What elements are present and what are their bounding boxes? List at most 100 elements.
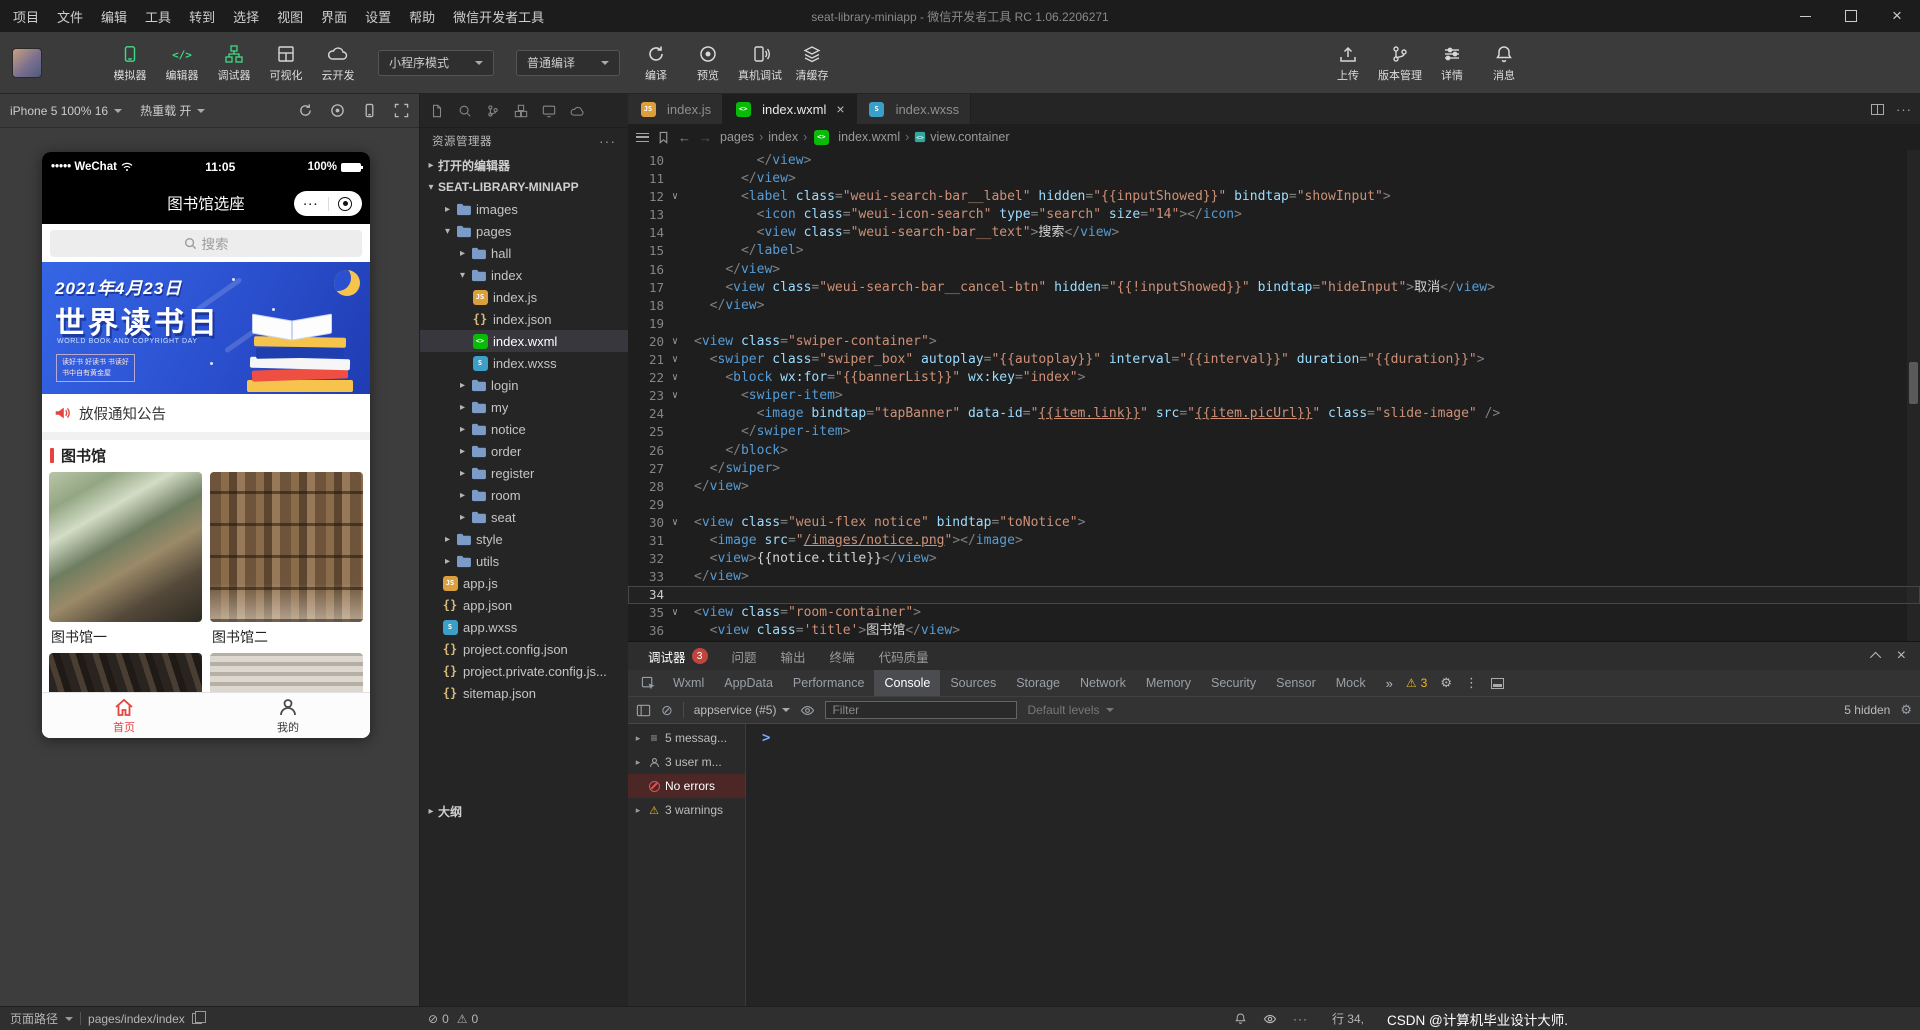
- maximize-button[interactable]: [1828, 0, 1874, 32]
- toolbar-right-action-2[interactable]: 详情: [1426, 43, 1478, 83]
- console-filter-user-messages[interactable]: ▸ 3 user m...: [628, 750, 745, 774]
- fold-icon[interactable]: ∨: [664, 351, 686, 369]
- toolbar-action-2[interactable]: 真机调试: [734, 43, 786, 83]
- console-sidebar-toggle-icon[interactable]: [636, 703, 651, 718]
- folder-images[interactable]: ▸ images: [420, 198, 628, 220]
- breadcrumb-item-0[interactable]: pages: [720, 130, 754, 144]
- search-input[interactable]: 搜索: [50, 229, 362, 257]
- folder-notice[interactable]: ▸ notice: [420, 418, 628, 440]
- code-line-12[interactable]: 12 ∨ <label class="weui-search-bar__label…: [628, 188, 1920, 206]
- preview-view-icon[interactable]: [542, 104, 556, 118]
- back-icon[interactable]: ←: [678, 130, 691, 145]
- editor-tab-index-wxml[interactable]: <> index.wxml ×: [723, 94, 857, 124]
- phone-tab-1[interactable]: 我的: [206, 693, 370, 738]
- toolbar-action-0[interactable]: 编译: [630, 43, 682, 83]
- close-button[interactable]: [1874, 0, 1920, 32]
- code-editor[interactable]: 10 </view> 11 </view> 12 ∨ <label class="we…: [628, 150, 1920, 641]
- page-path-selector[interactable]: 页面路径: [10, 1010, 58, 1027]
- minimize-button[interactable]: [1782, 0, 1828, 32]
- file-app-wxss[interactable]: Sapp.wxss: [420, 616, 628, 638]
- menubar-item-8[interactable]: 设置: [356, 0, 400, 32]
- open-editors-section[interactable]: ▸ 打开的编辑器: [420, 154, 628, 176]
- devtools-tab-memory[interactable]: Memory: [1136, 670, 1201, 696]
- debugger-tab-0[interactable]: 调试器 3: [638, 642, 718, 670]
- file-index-json[interactable]: {} index.json: [420, 308, 628, 330]
- scrollbar-thumb[interactable]: [1909, 362, 1918, 404]
- refresh-icon[interactable]: [298, 103, 313, 118]
- code-line-25[interactable]: 25 </swiper-item>: [628, 423, 1920, 441]
- cloud-view-icon[interactable]: [570, 104, 585, 118]
- file-app-js[interactable]: JS app.js: [420, 572, 628, 594]
- more-tabs-icon[interactable]: »: [1386, 676, 1393, 691]
- dock-side-icon[interactable]: [1490, 677, 1504, 689]
- toolbar-toggle-3[interactable]: 可视化: [260, 43, 312, 83]
- code-line-21[interactable]: 21 ∨ <swiper class="swiper_box" autoplay=…: [628, 351, 1920, 369]
- devtools-tab-network[interactable]: Network: [1070, 670, 1136, 696]
- folder-order[interactable]: ▸ order: [420, 440, 628, 462]
- console-filter-input[interactable]: [825, 701, 1018, 719]
- menubar-item-2[interactable]: 编辑: [92, 0, 136, 32]
- code-line-35[interactable]: 35 ∨ <view class="room-container">: [628, 604, 1920, 622]
- code-line-10[interactable]: 10 </view>: [628, 152, 1920, 170]
- folder-style[interactable]: ▸ style: [420, 528, 628, 550]
- compile-mode-select[interactable]: 普通编译: [516, 49, 621, 76]
- console-output[interactable]: >: [746, 724, 1920, 1006]
- files-view-icon[interactable]: [430, 104, 444, 118]
- eye-icon[interactable]: [1263, 1013, 1277, 1025]
- devtools-tab-wxml[interactable]: Wxml: [663, 670, 714, 696]
- folder-login[interactable]: ▸ login: [420, 374, 628, 396]
- debugger-tab-2[interactable]: 输出: [771, 642, 816, 670]
- close-tab-icon[interactable]: ×: [836, 101, 844, 117]
- code-line-11[interactable]: 11 </view>: [628, 170, 1920, 188]
- toolbar-action-1[interactable]: 预览: [682, 43, 734, 83]
- code-line-30[interactable]: 30 ∨ <view class="weui-flex notice" bindta…: [628, 514, 1920, 532]
- problems-indicator[interactable]: ⊘ 0 ⚠ 0: [428, 1012, 478, 1026]
- bell-icon[interactable]: [1234, 1012, 1247, 1025]
- folder-utils[interactable]: ▸ utils: [420, 550, 628, 572]
- editor-tab-index-wxss[interactable]: Sindex.wxss: [856, 94, 972, 124]
- console-filter-messages[interactable]: ▸ ≡ 5 messag...: [628, 726, 745, 750]
- code-line-17[interactable]: 17 <view class="weui-search-bar__cancel-…: [628, 279, 1920, 297]
- devtools-tab-storage[interactable]: Storage: [1006, 670, 1070, 696]
- code-line-16[interactable]: 16 </view>: [628, 261, 1920, 279]
- console-filter-errors[interactable]: No errors: [628, 774, 745, 798]
- code-line-15[interactable]: 15 </label>: [628, 242, 1920, 260]
- menubar-item-4[interactable]: 转到: [180, 0, 224, 32]
- live-expression-eye-icon[interactable]: [800, 704, 815, 717]
- devtools-tab-performance[interactable]: Performance: [783, 670, 875, 696]
- library-photo-partial[interactable]: [210, 653, 363, 692]
- code-line-27[interactable]: 27 </swiper>: [628, 460, 1920, 478]
- outline-section[interactable]: ▸ 大纲: [420, 800, 628, 822]
- toolbar-toggle-1[interactable]: </> 编辑器: [156, 43, 208, 83]
- copy-path-icon[interactable]: [191, 1011, 206, 1024]
- profile-icon[interactable]: [330, 103, 345, 118]
- inspect-element-icon[interactable]: [634, 676, 663, 691]
- hot-reload-toggle[interactable]: 热重载 开: [140, 102, 206, 119]
- debugger-tab-4[interactable]: 代码质量: [869, 642, 939, 670]
- folder-register[interactable]: ▸ register: [420, 462, 628, 484]
- capsule-more-button[interactable]: ...: [294, 191, 328, 216]
- editor-more-icon[interactable]: ···: [1896, 102, 1912, 117]
- fold-icon[interactable]: ∨: [664, 188, 686, 206]
- fold-icon[interactable]: ∨: [664, 387, 686, 405]
- menubar-item-10[interactable]: 微信开发者工具: [444, 0, 553, 32]
- menubar-item-3[interactable]: 工具: [136, 0, 180, 32]
- code-line-29[interactable]: 29: [628, 496, 1920, 514]
- code-line-36[interactable]: 36 <view class='title'>图书馆</view>: [628, 622, 1920, 640]
- folder-pages[interactable]: ▾ pages: [420, 220, 628, 242]
- statusbar-more-icon[interactable]: ···: [1293, 1012, 1308, 1026]
- code-line-32[interactable]: 32 <view>{{notice.title}}</view>: [628, 550, 1920, 568]
- screenshot-icon[interactable]: [394, 103, 409, 118]
- devtools-tab-appdata[interactable]: AppData: [714, 670, 783, 696]
- bookmark-icon[interactable]: [657, 131, 670, 144]
- console-levels-select[interactable]: Default levels: [1027, 703, 1114, 717]
- console-prompt[interactable]: >: [762, 730, 770, 746]
- fold-icon[interactable]: ∨: [664, 369, 686, 387]
- devtools-tab-sensor[interactable]: Sensor: [1266, 670, 1326, 696]
- folder-my[interactable]: ▸ my: [420, 396, 628, 418]
- code-line-24[interactable]: 24 <image bindtap="tapBanner" data-id="{…: [628, 405, 1920, 423]
- code-line-19[interactable]: 19: [628, 315, 1920, 333]
- library-photo-partial[interactable]: [49, 653, 202, 692]
- forward-icon[interactable]: →: [699, 130, 712, 145]
- code-line-13[interactable]: 13 <icon class="weui-icon-search" type="…: [628, 206, 1920, 224]
